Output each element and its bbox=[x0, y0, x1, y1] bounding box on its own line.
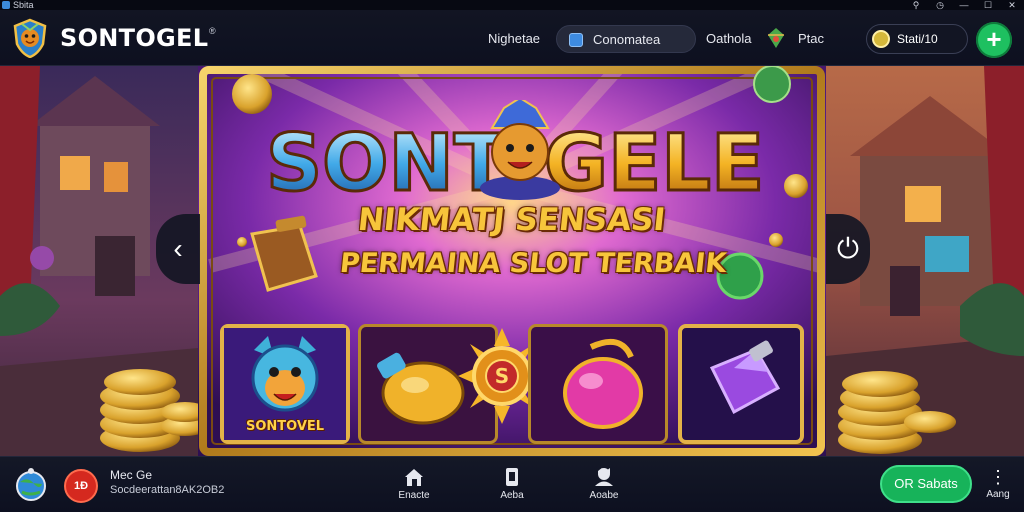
bottom-nav-label: Enacte bbox=[398, 490, 430, 501]
coin-balance-button[interactable]: Stati/10 bbox=[866, 24, 968, 54]
profile-icon bbox=[595, 468, 613, 486]
coin-balance-label: Stati/10 bbox=[897, 32, 938, 46]
user-subtitle: Socdeerattan8AK2OB2 bbox=[110, 484, 225, 496]
title-bar: Sbita ⚲ ◷ — ☐ ✕ bbox=[0, 0, 1024, 10]
home-icon bbox=[405, 469, 423, 486]
banner-title-right: GELE bbox=[544, 119, 764, 209]
nav-link-nighetae[interactable]: Nighetae bbox=[488, 31, 540, 46]
more-vertical-icon: ⋮ bbox=[989, 467, 1007, 487]
search-window-icon[interactable]: ⚲ bbox=[904, 0, 928, 10]
search-field-label: Conomatea bbox=[593, 32, 661, 47]
minimize-button[interactable]: — bbox=[952, 0, 976, 10]
maximize-button[interactable]: ☐ bbox=[976, 0, 1000, 10]
bottom-nav-label: Aeba bbox=[500, 490, 524, 501]
game-tile-sontovel[interactable]: SONTOVEL bbox=[220, 324, 350, 444]
shield-logo-icon[interactable] bbox=[12, 18, 48, 58]
bottom-nav-aoabe[interactable]: Aoabe bbox=[582, 465, 626, 509]
window-title: Sbita bbox=[13, 0, 34, 10]
gem-icon[interactable] bbox=[766, 27, 786, 49]
app-window: Sbita ⚲ ◷ — ☐ ✕ SONTOGEL ® Nighetae Cono… bbox=[0, 0, 1024, 512]
brand-name[interactable]: SONTOGEL bbox=[60, 24, 208, 52]
add-button[interactable]: + bbox=[976, 22, 1012, 58]
nav-link-oathola[interactable]: Oathola bbox=[706, 31, 752, 46]
game-tile-purple-gem[interactable] bbox=[678, 324, 804, 444]
bottom-bar: 1Ð Mec Ge Socdeerattan8AK2OB2 Enacte Aeb… bbox=[0, 456, 1024, 512]
history-window-icon[interactable]: ◷ bbox=[928, 0, 952, 10]
profile-avatar[interactable]: 1Ð bbox=[64, 469, 98, 503]
tiger-mascot-icon bbox=[480, 100, 560, 200]
top-header: SONTOGEL ® Nighetae Conomatea Oathola Pt… bbox=[0, 10, 1024, 66]
hero-scene: SONT GELE NIKMATJ SENSASI PERMAINA SLOT … bbox=[0, 66, 1024, 456]
banner-title-left: SONT bbox=[266, 119, 507, 209]
app-icon bbox=[2, 1, 10, 9]
game-tile-pink-bag[interactable] bbox=[528, 324, 668, 444]
user-name: Mec Ge bbox=[110, 468, 153, 482]
brand-registered-mark: ® bbox=[209, 26, 216, 36]
cta-button[interactable]: OR Sabats bbox=[880, 465, 972, 503]
game-tile-label: SONTOVEL bbox=[245, 419, 325, 434]
banner-tagline-line2: PERMAINA SLOT TERBAIK bbox=[338, 248, 728, 279]
window-controls: ⚲ ◷ — ☐ ✕ bbox=[904, 0, 1024, 10]
svg-text:S: S bbox=[495, 364, 509, 388]
purple-gem-icon bbox=[709, 340, 781, 415]
globe-avatar-icon[interactable] bbox=[12, 466, 50, 504]
carousel-prev-button[interactable]: ‹ bbox=[156, 214, 200, 284]
pink-bag-icon bbox=[563, 338, 643, 429]
bottom-nav-label: Aoabe bbox=[589, 490, 619, 501]
close-button[interactable]: ✕ bbox=[1000, 0, 1024, 10]
search-field[interactable]: Conomatea bbox=[556, 25, 696, 53]
banner-tagline-line1: NIKMATJ SENSASI bbox=[356, 202, 667, 238]
bottom-nav-enacte[interactable]: Enacte bbox=[392, 465, 436, 509]
more-menu-label: Aang bbox=[986, 489, 1010, 500]
search-icon bbox=[569, 33, 583, 47]
bottom-nav-aeba[interactable]: Aeba bbox=[490, 465, 534, 509]
more-menu[interactable]: ⋮ Aang bbox=[984, 467, 1012, 507]
nav-link-ptac[interactable]: Ptac bbox=[798, 31, 824, 46]
coin-icon bbox=[872, 30, 890, 48]
card-icon bbox=[506, 468, 518, 486]
